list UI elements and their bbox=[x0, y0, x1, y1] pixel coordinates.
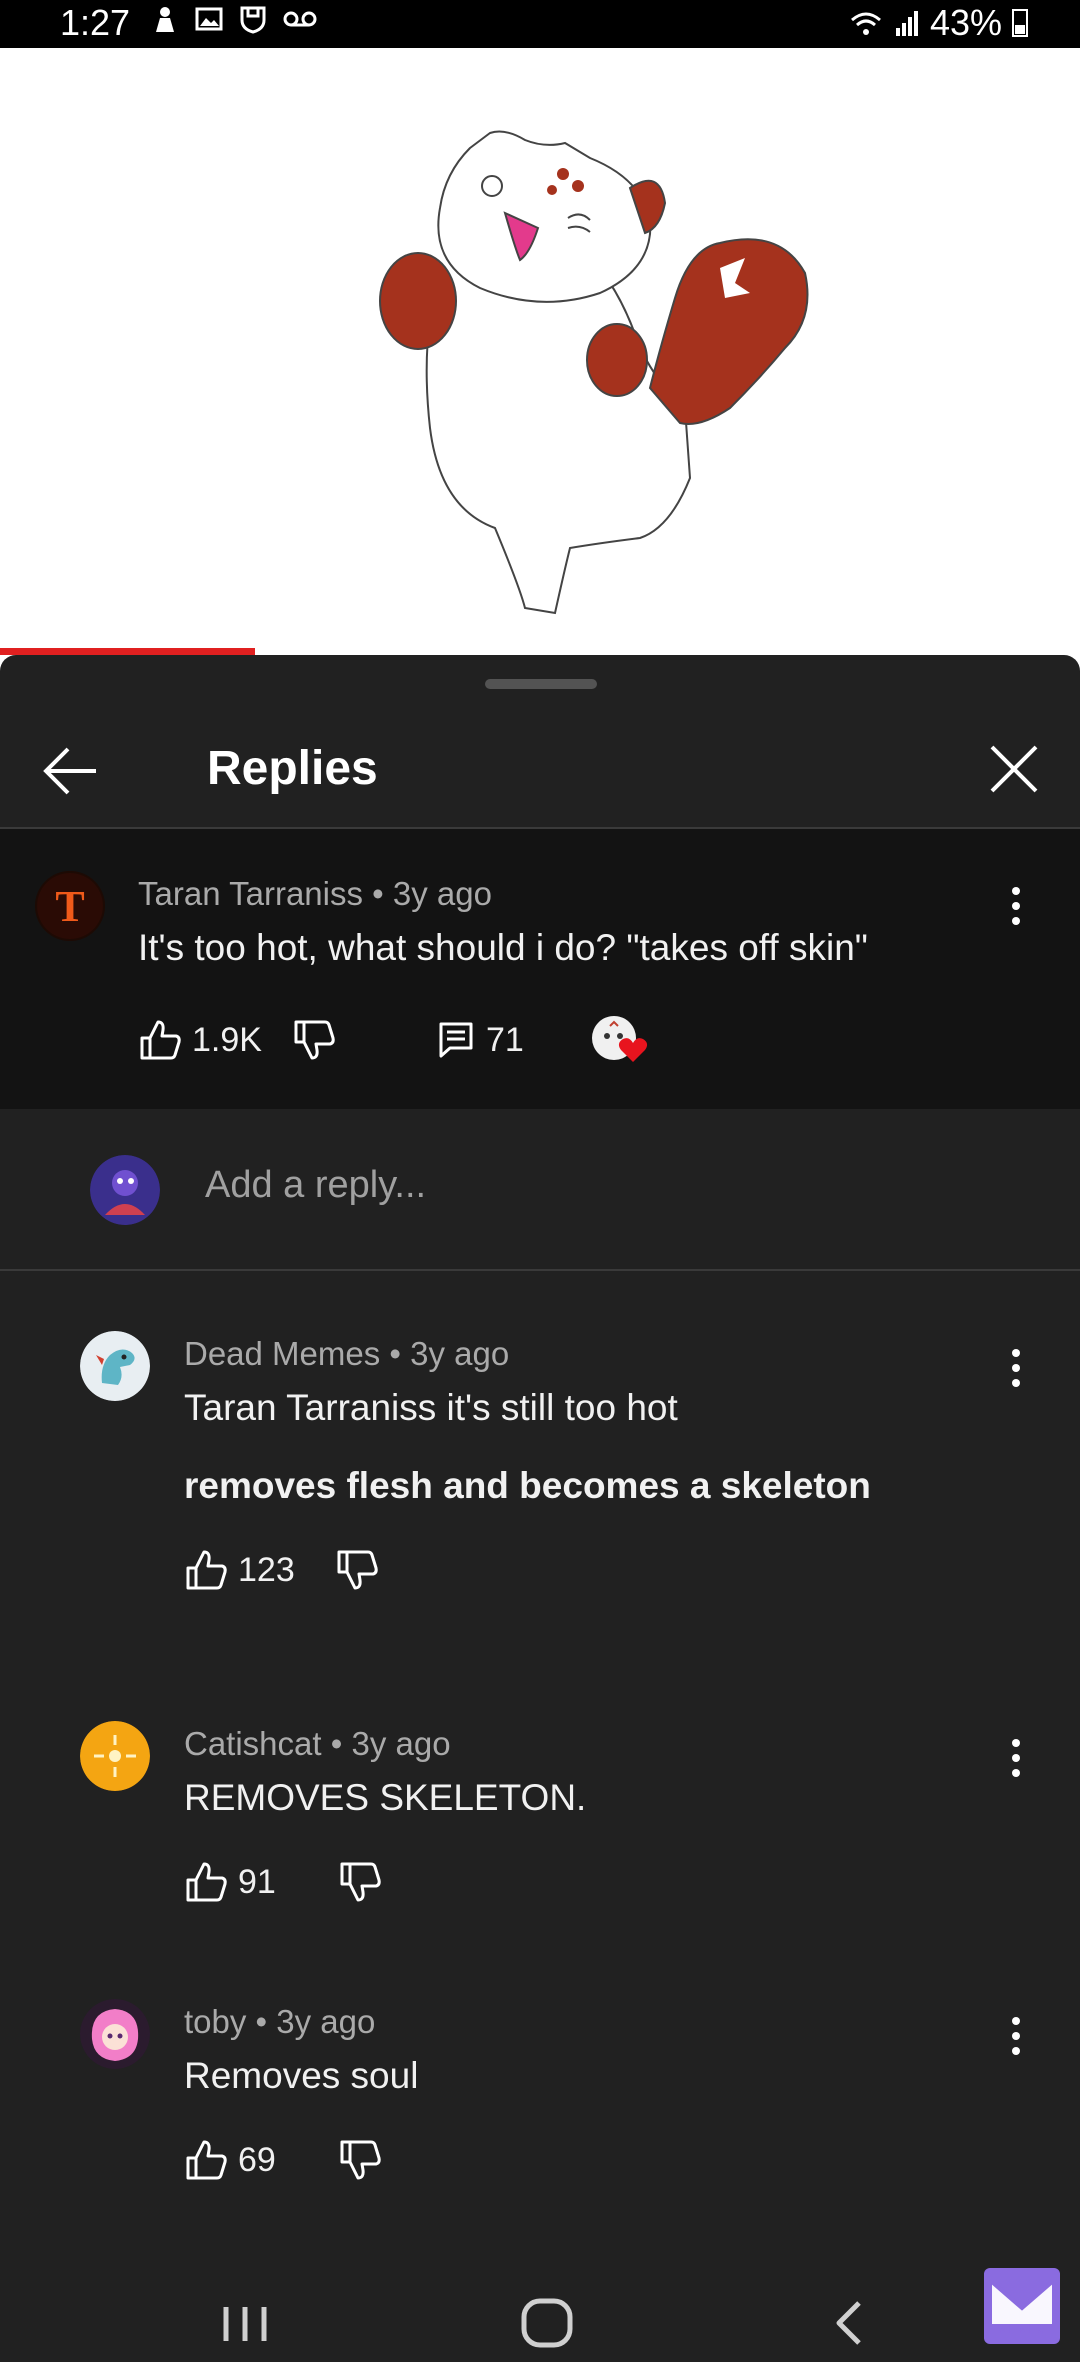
more-options-button[interactable] bbox=[996, 1341, 1036, 1395]
avatar[interactable] bbox=[80, 1721, 150, 1791]
video-player[interactable] bbox=[0, 48, 1080, 650]
comment-meta: toby • 3y ago bbox=[184, 2003, 376, 2040]
like-count: 1.9K bbox=[192, 1020, 262, 1059]
battery-icon bbox=[1012, 9, 1028, 37]
comment-text-line: Taran Tarraniss it's still too hot bbox=[184, 1387, 678, 1428]
replies-sheet: Replies T Taran Tarraniss • 3y ago It's … bbox=[0, 655, 1080, 2362]
reply-comment: toby • 3y ago Removes soul 69 bbox=[0, 1963, 1080, 2180]
thumbs-down-icon bbox=[294, 1020, 335, 1060]
signal-icon bbox=[895, 11, 918, 36]
parent-comment: T Taran Tarraniss • 3y ago It's too hot,… bbox=[0, 829, 1080, 1109]
thumbs-up-icon bbox=[186, 2140, 227, 2180]
like-button[interactable]: 69 bbox=[184, 2138, 276, 2182]
more-vert-icon bbox=[1012, 1349, 1020, 1387]
close-icon bbox=[990, 745, 1038, 793]
thumbs-up-icon bbox=[186, 1550, 227, 1590]
dislike-button[interactable] bbox=[292, 1018, 336, 1062]
comment-text-line: Removes soul bbox=[184, 2055, 419, 2096]
system-back-button[interactable] bbox=[805, 2285, 895, 2362]
back-button[interactable] bbox=[40, 741, 102, 801]
replies-button[interactable]: 71 bbox=[436, 1020, 524, 1060]
home-icon bbox=[521, 2298, 573, 2348]
like-button[interactable]: 91 bbox=[184, 1860, 276, 1904]
reply-count: 71 bbox=[485, 1020, 524, 1059]
chevron-left-icon bbox=[836, 2301, 861, 2345]
avatar[interactable] bbox=[80, 1331, 150, 1401]
comment-author[interactable]: Taran Tarraniss bbox=[138, 875, 363, 912]
sheet-header: Replies bbox=[0, 711, 1080, 829]
wifi-icon bbox=[850, 12, 881, 35]
comment-age: 3y ago bbox=[392, 875, 492, 912]
avatar[interactable]: T bbox=[35, 871, 105, 941]
comment-text-bold: removes flesh and becomes a skeleton bbox=[184, 1465, 871, 1506]
add-reply-input[interactable]: Add a reply... bbox=[205, 1164, 426, 1207]
comment-meta: Catishcat • 3y ago bbox=[184, 1725, 451, 1762]
more-vert-icon bbox=[1012, 887, 1020, 925]
more-vert-icon bbox=[1012, 1739, 1020, 1777]
memes-logo: MEMES bbox=[984, 2268, 1060, 2344]
creator-heart-badge bbox=[590, 1014, 647, 1066]
battery-percent: 43% bbox=[929, 2, 1002, 43]
video-progress-bar[interactable] bbox=[0, 648, 255, 655]
shield-icon bbox=[240, 6, 266, 34]
like-button[interactable]: 123 bbox=[184, 1548, 295, 1592]
dislike-button[interactable] bbox=[338, 1860, 382, 1904]
avatar[interactable] bbox=[80, 1999, 150, 2069]
recent-apps-button[interactable] bbox=[200, 2285, 290, 2362]
comment-author[interactable]: Catishcat bbox=[184, 1725, 322, 1762]
comment-text-line: REMOVES SKELETON. bbox=[184, 1777, 587, 1818]
comment-meta: Dead Memes • 3y ago bbox=[184, 1335, 510, 1372]
delivery-icon bbox=[156, 7, 174, 32]
more-options-button[interactable] bbox=[996, 879, 1036, 933]
close-button[interactable] bbox=[984, 739, 1044, 799]
comment-age: 3y ago bbox=[351, 1725, 451, 1762]
thumbs-up-icon bbox=[140, 1020, 181, 1060]
voicemail-icon bbox=[283, 11, 317, 27]
thumbs-down-icon bbox=[340, 2140, 381, 2180]
add-reply-row: Add a reply... bbox=[0, 1109, 1080, 1271]
comment-meta: Taran Tarraniss • 3y ago bbox=[138, 875, 492, 912]
cat-drawing bbox=[379, 130, 809, 615]
comment-author[interactable]: toby bbox=[184, 2003, 246, 2040]
dislike-button[interactable] bbox=[335, 1548, 379, 1592]
like-count: 91 bbox=[238, 1862, 276, 1901]
like-count: 69 bbox=[238, 2140, 276, 2179]
comment-age: 3y ago bbox=[276, 2003, 376, 2040]
heart-icon bbox=[618, 1038, 647, 1062]
comment-author[interactable]: Dead Memes bbox=[184, 1335, 380, 1372]
reply-comment: Dead Memes • 3y ago Taran Tarraniss it's… bbox=[0, 1295, 1080, 1590]
reply-comment: Catishcat • 3y ago REMOVES SKELETON. 91 bbox=[0, 1685, 1080, 1902]
user-avatar bbox=[90, 1155, 160, 1225]
back-arrow-icon bbox=[43, 747, 96, 795]
more-options-button[interactable] bbox=[996, 2009, 1036, 2063]
comment-age: 3y ago bbox=[410, 1335, 510, 1372]
thumbs-down-icon bbox=[337, 1550, 378, 1590]
more-options-button[interactable] bbox=[996, 1731, 1036, 1785]
svg-text:T: T bbox=[55, 882, 84, 931]
recent-apps-icon bbox=[223, 2307, 267, 2341]
status-bar: 1:27 43% bbox=[0, 0, 1080, 48]
comment-icon bbox=[439, 1022, 473, 1058]
page-title: Replies bbox=[207, 742, 378, 795]
thumbs-up-icon bbox=[186, 1862, 227, 1902]
home-button[interactable] bbox=[502, 2285, 592, 2362]
dislike-button[interactable] bbox=[338, 2138, 382, 2182]
thumbs-down-icon bbox=[340, 1862, 381, 1902]
image-icon bbox=[195, 7, 223, 31]
like-button[interactable]: 1.9K bbox=[138, 1018, 262, 1062]
drag-handle[interactable] bbox=[485, 679, 597, 689]
comment-text: It's too hot, what should i do? "takes o… bbox=[138, 927, 868, 968]
like-count: 123 bbox=[238, 1550, 295, 1589]
more-vert-icon bbox=[1012, 2017, 1020, 2055]
memes-logo-text: MEMES bbox=[998, 2321, 1046, 2336]
system-nav-bar bbox=[0, 2285, 1080, 2362]
status-time: 1:27 bbox=[60, 2, 131, 43]
